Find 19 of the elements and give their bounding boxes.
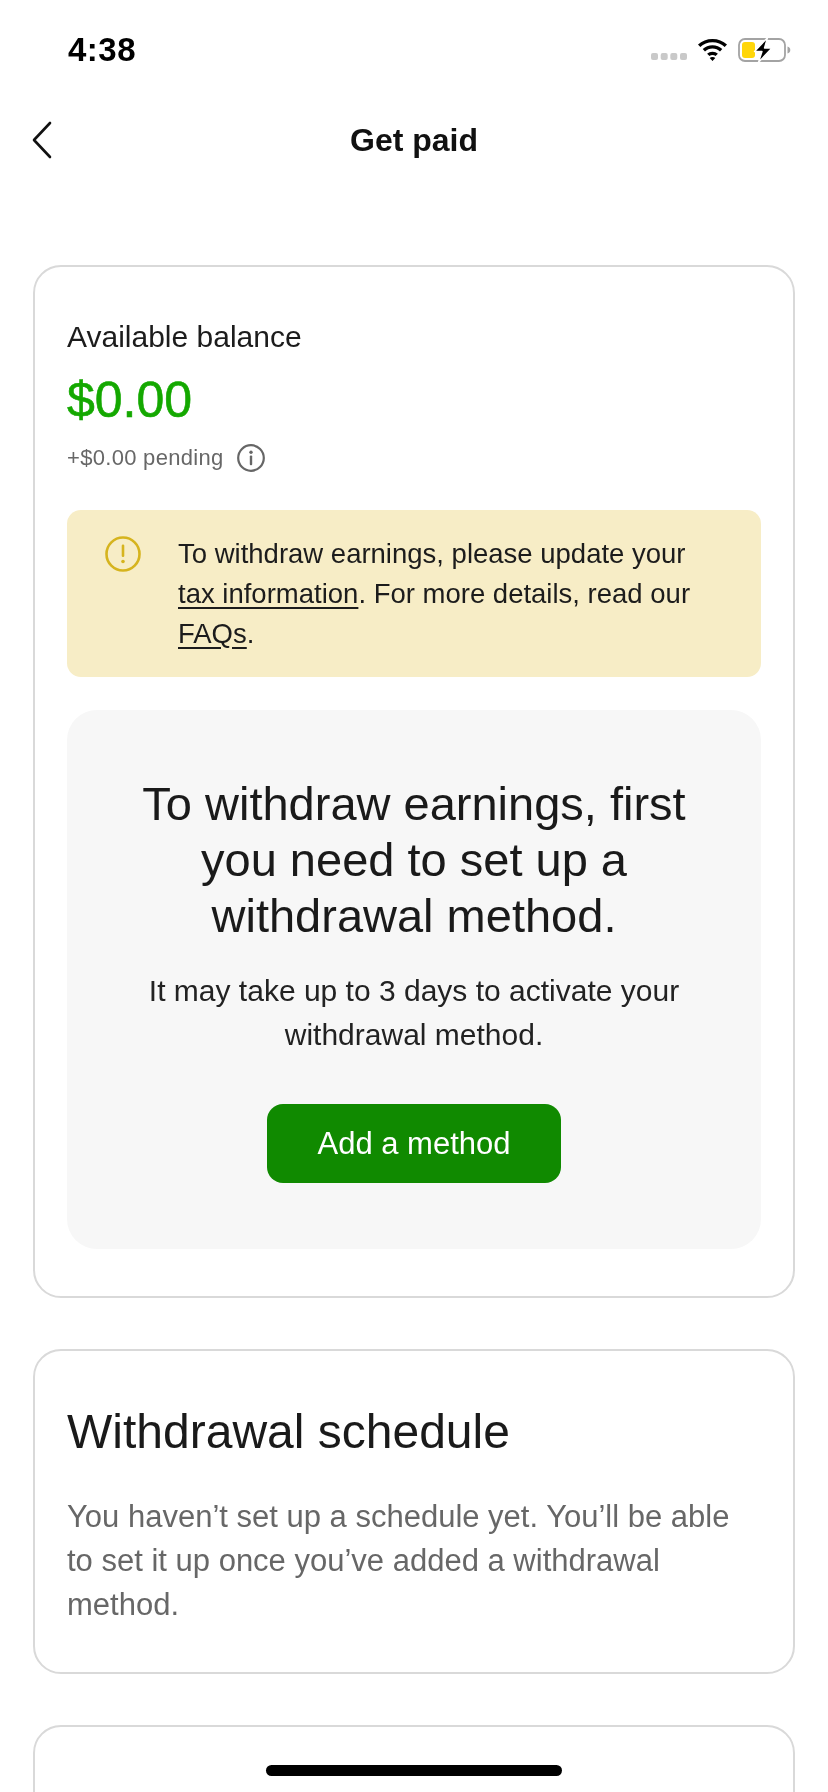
schedule-description: You haven’t set up a schedule yet. You’ll be able to set it up once you’ve added a withdrawal method. [67, 1498, 731, 1624]
warning-icon [105, 536, 141, 572]
add-method-button[interactable]: Add a method [267, 1104, 561, 1183]
info-icon[interactable] [236, 444, 265, 472]
setup-note: It may take up to 3 days to activate your withdrawal method. [147, 973, 681, 1053]
text-link[interactable]: tax information [178, 578, 359, 609]
setup-heading: To withdraw earnings, first you need to set up a withdrawal method. [141, 776, 687, 944]
wifi-icon [697, 39, 728, 61]
pending-amount: +$0.00 pending [67, 444, 224, 472]
back-icon[interactable] [31, 121, 52, 159]
text-link[interactable]: FAQs [178, 618, 247, 649]
balance-label: Available balance [67, 319, 302, 355]
alert-message: To withdraw earnings, please update your tax information. For more details, read our FAQs. [178, 537, 692, 651]
balance-amount: $0.00 [67, 372, 193, 428]
cellular-signal-icon [651, 52, 687, 60]
battery-charging-icon [738, 37, 792, 63]
status-time: 4:38 [68, 30, 137, 71]
card-title: Withdrawal schedule [67, 1406, 510, 1458]
page-title: Get paid [350, 120, 478, 160]
